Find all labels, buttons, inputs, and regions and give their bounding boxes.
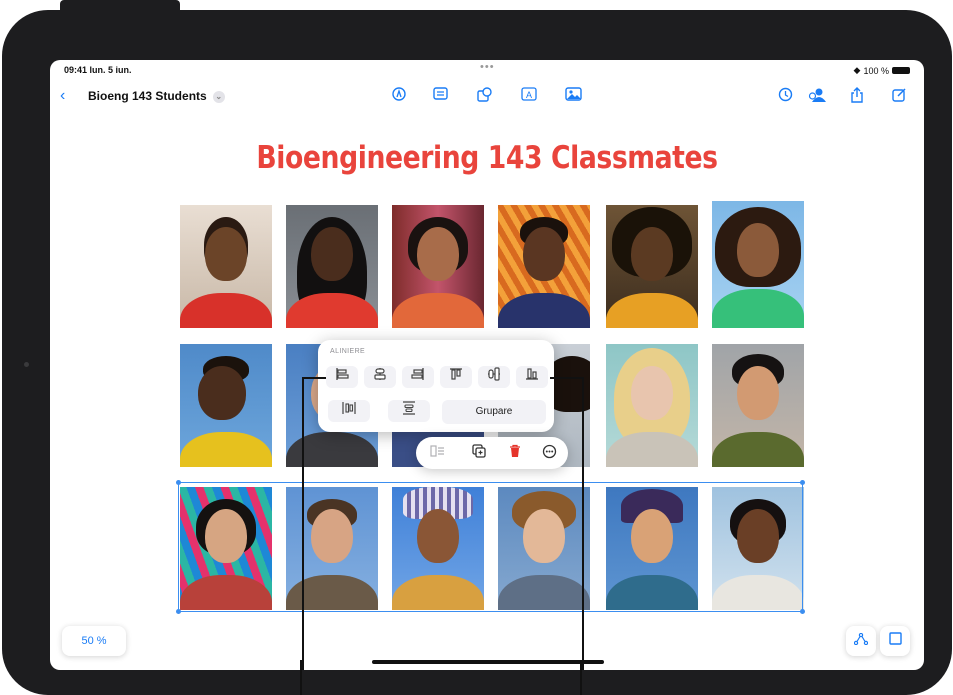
battery-percent: 100 % — [863, 65, 889, 76]
status-bar: 09:41 lun. 5 iun. ••• ◆ 100 % — [50, 60, 924, 78]
device-top-button — [60, 0, 180, 12]
text-box-icon[interactable] — [431, 87, 449, 105]
wifi-icon: ◆ — [853, 65, 861, 75]
align-left-icon — [336, 368, 349, 380]
align-right-icon — [411, 368, 424, 380]
student-photo[interactable] — [498, 205, 590, 328]
chevron-down-icon[interactable]: ⌄ — [212, 90, 225, 103]
align-middle-icon — [488, 367, 500, 381]
align-menu-icon[interactable] — [426, 444, 448, 462]
shape-icon[interactable] — [475, 87, 493, 105]
align-middle-vertical-button[interactable] — [478, 366, 510, 388]
student-photo[interactable] — [712, 201, 804, 328]
student-photo[interactable] — [286, 205, 378, 328]
multitasking-dots[interactable]: ••• — [480, 61, 495, 73]
compose-icon[interactable] — [890, 87, 908, 105]
ipad-screen: 09:41 lun. 5 iun. ••• ◆ 100 % ‹ Bioeng 1… — [50, 60, 924, 670]
distribute-horizontal-icon — [342, 402, 356, 414]
board-title[interactable]: Bioengineering 143 Classmates — [111, 140, 863, 176]
student-photo[interactable] — [180, 344, 272, 467]
align-popover: ALINIERE Grupare — [318, 340, 554, 432]
undo-history-icon[interactable] — [776, 87, 794, 105]
media-icon[interactable] — [564, 87, 582, 105]
student-photo[interactable] — [606, 205, 698, 328]
shape-toggle-icon[interactable] — [880, 626, 910, 656]
duplicate-icon[interactable] — [468, 444, 490, 462]
svg-text:A: A — [526, 90, 532, 100]
document-title-text: Bioeng 143 Students — [88, 89, 207, 103]
home-indicator[interactable] — [372, 660, 604, 664]
text-icon[interactable]: A — [520, 87, 538, 105]
zoom-button[interactable]: 50 % — [62, 626, 126, 656]
align-bottom-button[interactable] — [516, 366, 548, 388]
back-icon[interactable]: ‹ — [60, 87, 65, 105]
callout-line — [582, 377, 584, 670]
student-photo[interactable] — [392, 205, 484, 328]
resize-handle[interactable] — [176, 480, 181, 485]
align-heading: ALINIERE — [330, 348, 366, 355]
pen-icon[interactable] — [390, 87, 408, 105]
callout-line — [302, 377, 326, 379]
context-toolbar — [416, 437, 568, 469]
align-top-icon — [450, 368, 462, 380]
share-icon[interactable] — [848, 87, 866, 105]
align-center-icon — [374, 368, 386, 380]
battery-icon — [892, 67, 910, 74]
student-photo[interactable] — [606, 344, 698, 467]
distribute-horizontal-button[interactable] — [328, 400, 370, 422]
group-button[interactable]: Grupare — [442, 400, 546, 424]
resize-handle[interactable] — [176, 609, 181, 614]
delete-icon[interactable] — [504, 444, 526, 462]
resize-handle[interactable] — [800, 480, 805, 485]
status-right: ◆ 100 % — [854, 65, 910, 76]
status-time: 09:41 lun. 5 iun. — [64, 65, 132, 75]
freeform-toolbar: ‹ Bioeng 143 Students ⌄ A — [50, 84, 924, 110]
callout-line — [302, 377, 304, 670]
connector-icon[interactable] — [846, 626, 876, 656]
more-icon[interactable] — [538, 444, 560, 462]
ipad-device: 09:41 lun. 5 iun. ••• ◆ 100 % ‹ Bioeng 1… — [2, 10, 952, 695]
align-top-button[interactable] — [440, 366, 472, 388]
distribute-vertical-button[interactable] — [388, 400, 430, 422]
align-bottom-icon — [526, 368, 538, 380]
callout-line — [300, 660, 302, 695]
align-left-button[interactable] — [326, 366, 358, 388]
callout-line — [580, 660, 582, 695]
student-photo[interactable] — [180, 205, 272, 328]
selection-outline — [176, 480, 805, 614]
align-center-horizontal-button[interactable] — [364, 366, 396, 388]
align-right-button[interactable] — [402, 366, 434, 388]
student-photo[interactable] — [712, 344, 804, 467]
distribute-vertical-icon — [403, 401, 415, 415]
document-title[interactable]: Bioeng 143 Students ⌄ — [88, 89, 225, 103]
callout-line — [550, 377, 583, 379]
resize-handle[interactable] — [800, 609, 805, 614]
collaborate-icon[interactable] — [808, 87, 826, 105]
camera-dot — [24, 362, 29, 367]
